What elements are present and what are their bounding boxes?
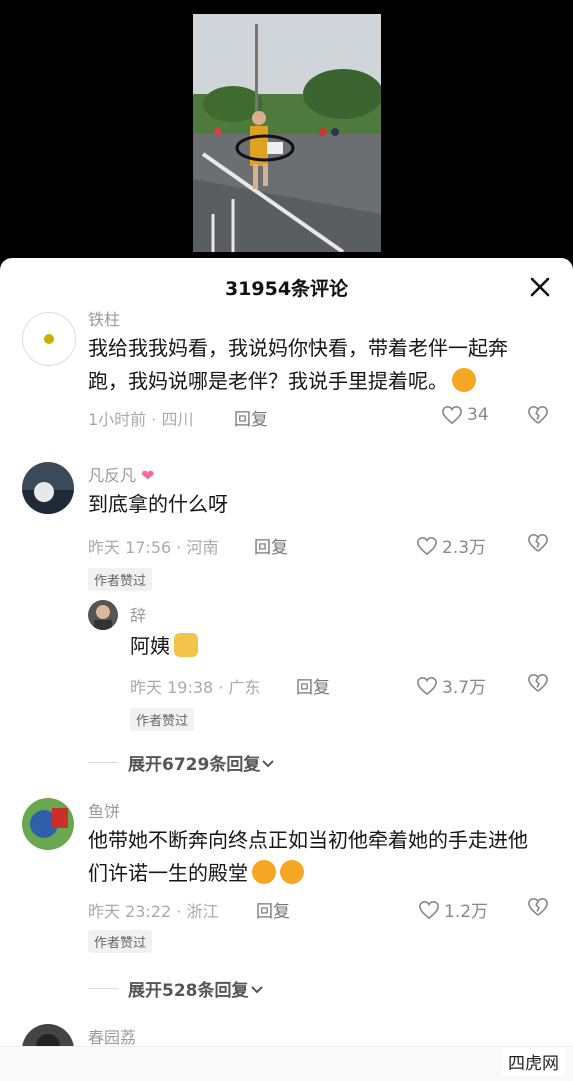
dislike-button[interactable] <box>527 897 549 921</box>
author-liked-badge: 作者赞过 <box>88 568 153 591</box>
divider <box>88 988 118 989</box>
dislike-button[interactable] <box>527 673 549 697</box>
dislike-button[interactable] <box>527 533 549 557</box>
avatar[interactable] <box>88 600 118 630</box>
author-liked-badge: 作者赞过 <box>88 930 153 953</box>
like-button[interactable]: 3.7万 <box>416 673 486 698</box>
comment-input-bar[interactable] <box>0 1046 573 1081</box>
like-count: 2.3万 <box>442 538 487 558</box>
comment-meta: 1小时前 · 四川 <box>88 410 194 429</box>
reply-button[interactable]: 回复 <box>256 897 290 922</box>
crying-emoji <box>280 860 304 884</box>
username-text: 凡反凡 <box>88 466 137 485</box>
comment-text-body: 阿姨 <box>130 634 170 658</box>
comment-username[interactable]: 铁柱 <box>88 306 120 330</box>
chevron-down-icon <box>262 759 275 767</box>
avatar[interactable] <box>22 462 74 514</box>
expand-label: 展开528条回复 <box>128 981 249 1001</box>
video-preview[interactable] <box>0 0 573 262</box>
close-button[interactable] <box>525 272 555 302</box>
broken-heart-icon <box>528 405 548 424</box>
comment-username[interactable]: 春园荔 <box>88 1024 136 1048</box>
watermark: 四虎网 <box>502 1047 565 1076</box>
like-count: 34 <box>467 405 489 425</box>
comment-text: 到底拿的什么呀 <box>88 492 228 516</box>
hug-emoji <box>174 633 198 657</box>
comment-count-title: 31954条评论 <box>224 278 349 300</box>
comments-sheet: 31954条评论 铁柱 我给我我妈看，我说妈你快看，带着老伴一起奔跑，我妈说哪是… <box>0 258 573 1080</box>
reply-button[interactable]: 回复 <box>254 533 288 558</box>
comment-meta: 昨天 23:22 · 浙江 <box>88 902 219 921</box>
comment-username[interactable]: 鱼饼 <box>88 798 120 822</box>
expand-replies-button[interactable]: 展开6729条回复 <box>88 750 276 775</box>
video-thumbnail[interactable] <box>193 14 381 252</box>
broken-heart-icon <box>528 673 548 692</box>
heart-icon <box>442 405 462 425</box>
broken-heart-icon <box>528 533 548 552</box>
comment-username[interactable]: 凡反凡 ❤ <box>88 462 155 486</box>
comment-text: 阿姨 <box>130 630 530 663</box>
comment-text: 我给我我妈看，我说妈你快看，带着老伴一起奔跑，我妈说哪是老伴？我说手里提着呢。 <box>88 332 538 398</box>
chevron-down-icon <box>250 985 263 993</box>
comment-text: 他带她不断奔向终点正如当初他牵着她的手走进他们许诺一生的殿堂 <box>88 824 538 890</box>
heart-icon <box>417 676 437 695</box>
divider <box>88 762 118 763</box>
broken-heart-icon <box>528 897 548 916</box>
like-button[interactable]: 2.3万 <box>416 533 486 558</box>
avatar[interactable] <box>22 798 74 850</box>
dislike-button[interactable] <box>527 405 549 429</box>
close-icon[interactable] <box>525 272 555 302</box>
comment-username[interactable]: 辞 <box>130 602 146 626</box>
reply-button[interactable]: 回复 <box>296 673 330 698</box>
laugh-emoji <box>452 368 476 392</box>
like-button[interactable]: 34 <box>441 405 489 425</box>
sheet-header: 31954条评论 <box>0 270 573 306</box>
comment-meta: 昨天 19:38 · 广东 <box>130 678 261 697</box>
comment-text-body: 他带她不断奔向终点正如当初他牵着她的手走进他们许诺一生的殿堂 <box>88 828 528 885</box>
like-count: 3.7万 <box>442 678 487 698</box>
heart-icon <box>417 536 437 555</box>
like-button[interactable]: 1.2万 <box>418 897 488 922</box>
author-liked-badge: 作者赞过 <box>130 708 195 731</box>
heart-icon <box>419 900 439 919</box>
avatar[interactable] <box>22 312 76 366</box>
reply-button[interactable]: 回复 <box>234 405 268 430</box>
pink-heart-icon: ❤ <box>141 466 155 485</box>
like-count: 1.2万 <box>444 902 489 922</box>
comment-text-body: 我给我我妈看，我说妈你快看，带着老伴一起奔跑，我妈说哪是老伴？我说手里提着呢。 <box>88 336 508 393</box>
crying-emoji <box>252 860 276 884</box>
comment-meta: 昨天 17:56 · 河南 <box>88 538 219 557</box>
expand-replies-button[interactable]: 展开528条回复 <box>88 976 265 1001</box>
expand-label: 展开6729条回复 <box>128 755 261 775</box>
